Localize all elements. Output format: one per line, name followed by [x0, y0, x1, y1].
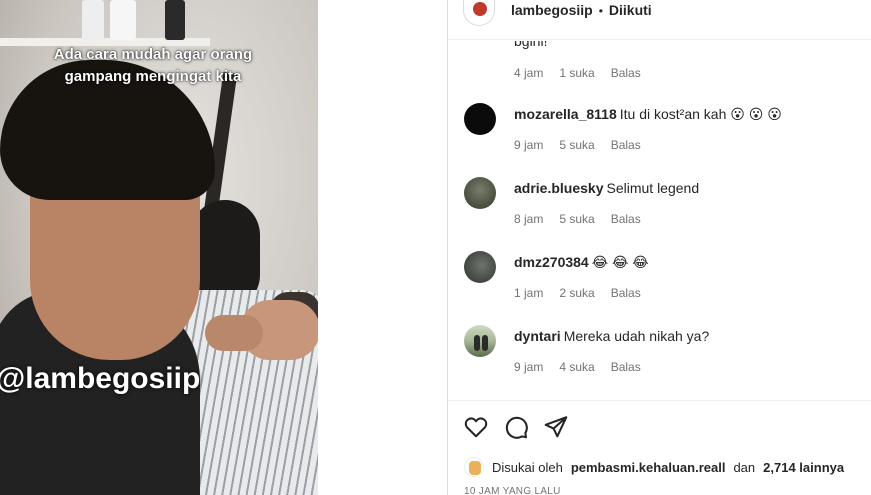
commenter-avatar[interactable] [464, 251, 496, 283]
comment-text: 😂 😂 😂 [591, 254, 649, 270]
bottle [82, 0, 104, 40]
separator-dot: • [598, 4, 603, 18]
comment-text-partial: bgini! [514, 41, 548, 49]
comment-likes[interactable]: 1 suka [559, 66, 594, 80]
post-timestamp: 10 JAM YANG LALU [464, 486, 561, 495]
likes-prefix: Disukai oleh [492, 459, 563, 475]
comment-likes[interactable]: 2 suka [559, 286, 594, 300]
reply-button[interactable]: Balas [611, 360, 641, 374]
hand [205, 315, 263, 351]
commenter-avatar[interactable] [464, 177, 496, 209]
commenter-avatar[interactable] [464, 325, 496, 357]
comment-time: 9 jam [514, 138, 544, 152]
comment-meta: 4 jam 1 suka Balas [514, 66, 641, 80]
post-header: lambegosiip • Diikuti [448, 0, 871, 40]
commenter-username[interactable]: dmz270384 [514, 254, 589, 270]
comment-time: 9 jam [514, 360, 544, 374]
comment-text: Selimut legend [606, 180, 700, 196]
account-avatar[interactable] [463, 0, 495, 26]
liker-username[interactable]: pembasmi.kehaluan.reall [571, 460, 726, 475]
comments-list[interactable]: bgini! 4 jam 1 suka Balas mozarella_8118… [448, 41, 871, 399]
commenter-username[interactable]: dyntari [514, 328, 561, 344]
comment-meta: 8 jam 5 suka Balas [514, 212, 641, 226]
comment-likes[interactable]: 4 suka [559, 360, 594, 374]
video-watermark: @lambegosiip [0, 362, 201, 395]
bottle [110, 0, 136, 40]
reply-button[interactable]: Balas [611, 66, 641, 80]
comment-body: adrie.bluesky Selimut legend [514, 179, 854, 197]
comment-icon[interactable] [503, 414, 529, 440]
comment-likes[interactable]: 5 suka [559, 212, 594, 226]
comment-likes[interactable]: 5 suka [559, 138, 594, 152]
liker-avatar[interactable] [464, 457, 484, 477]
post-media[interactable]: Ada cara mudah agar orang gampang mengin… [0, 0, 318, 495]
reply-button[interactable]: Balas [611, 212, 641, 226]
likes-summary: Disukai oleh pembasmi.kehaluan.reall dan… [464, 457, 844, 477]
comment-text: Mereka udah nikah ya? [563, 328, 710, 344]
comment-meta: 9 jam 5 suka Balas [514, 138, 641, 152]
comment-text: Itu di kost²an kah 😮 😮 😮 [619, 106, 782, 122]
post-actions-bar [448, 400, 871, 460]
comment-meta: 1 jam 2 suka Balas [514, 286, 641, 300]
heart-icon[interactable] [463, 414, 489, 440]
account-username[interactable]: lambegosiip [511, 2, 593, 18]
comment-time: 4 jam [514, 66, 544, 80]
commenter-avatar[interactable] [464, 103, 496, 135]
avatar-figure [482, 335, 488, 351]
comment-time: 1 jam [514, 286, 544, 300]
commenter-username[interactable]: adrie.bluesky [514, 180, 604, 196]
follow-status-button[interactable]: Diikuti [609, 2, 652, 18]
likes-count[interactable]: 2,714 lainnya [763, 460, 844, 475]
share-icon[interactable] [543, 414, 569, 440]
comment-time: 8 jam [514, 212, 544, 226]
comment-body: mozarella_8118 Itu di kost²an kah 😮 😮 😮 [514, 105, 854, 123]
bottle [165, 0, 185, 40]
reply-button[interactable]: Balas [611, 138, 641, 152]
likes-joiner: dan [733, 459, 756, 475]
reply-button[interactable]: Balas [611, 286, 641, 300]
comment-meta: 9 jam 4 suka Balas [514, 360, 641, 374]
comment-body: dmz270384 😂 😂 😂 [514, 253, 854, 271]
comment-body: dyntari Mereka udah nikah ya? [514, 327, 854, 345]
avatar-figure [474, 335, 480, 351]
post-side-panel: lambegosiip • Diikuti bgini! 4 jam 1 suk… [447, 0, 871, 495]
video-caption-overlay: Ada cara mudah agar orang gampang mengin… [53, 46, 253, 85]
commenter-username[interactable]: mozarella_8118 [514, 106, 617, 122]
account-logo-icon [473, 2, 487, 16]
